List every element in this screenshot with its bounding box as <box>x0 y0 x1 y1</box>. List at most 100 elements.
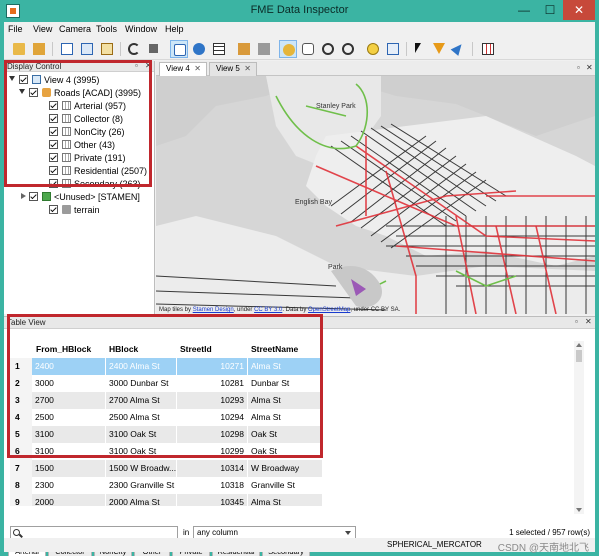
save-icon[interactable] <box>30 40 48 58</box>
tab-label: View 4 <box>166 64 190 73</box>
raster-icon <box>42 192 51 201</box>
zoom-out-icon[interactable] <box>339 40 357 58</box>
status-bar: SPHERICAL_MERCATOR CSDN @天南地北飞 <box>4 538 595 554</box>
info-icon[interactable] <box>364 40 382 58</box>
close-button[interactable]: ✕ <box>563 0 595 20</box>
attribution-text: , under <box>233 307 255 313</box>
terrain-label: terrain <box>74 205 100 215</box>
column-select-value: any column <box>197 528 238 537</box>
close-tab-icon[interactable]: ✕ <box>244 63 251 75</box>
layers-icon[interactable] <box>190 40 208 58</box>
watermark: CSDN @天南地北飞 <box>497 543 589 554</box>
cell-hblock[interactable]: 2000 Alma St <box>106 494 177 506</box>
cell-from-hblock[interactable]: 2300 <box>32 477 106 494</box>
navigate-icon[interactable] <box>450 40 468 58</box>
unused-label: <Unused> [STAMEN] <box>54 192 140 202</box>
menu-view[interactable]: View <box>33 24 52 34</box>
cell-from-hblock[interactable]: 1500 <box>32 460 106 477</box>
map-graphic: Stanley Park English Bay Park <box>156 76 595 314</box>
highlight-box-display-control <box>4 60 152 187</box>
menu-window[interactable]: Window <box>125 24 157 34</box>
cell-streetname[interactable]: Alma St <box>248 494 323 506</box>
cell-streetid[interactable]: 10318 <box>177 477 248 494</box>
close-tab-icon[interactable]: ✕ <box>194 63 201 75</box>
view-tab-strip: View 4 ✕ View 5 ✕ ▫ ✕ <box>156 61 595 77</box>
stamen-link[interactable]: Stamen Design <box>193 307 234 313</box>
map-label-stanley-park: Stanley Park <box>316 103 356 110</box>
map-label-english-bay: English Bay <box>295 199 332 206</box>
terrain-icon <box>62 205 71 214</box>
cell-streetname[interactable]: W Broadway <box>248 460 323 477</box>
cell-streetid[interactable]: 10345 <box>177 494 248 506</box>
tab-view-4[interactable]: View 4 ✕ <box>159 62 207 77</box>
cell-hblock[interactable]: 1500 W Broadw... <box>106 460 177 477</box>
attribution-text: Map tiles by <box>159 307 193 313</box>
copy-icon[interactable] <box>78 40 96 58</box>
minimize-button[interactable]: — <box>511 0 537 20</box>
book-icon[interactable] <box>235 40 253 58</box>
toolbar <box>4 38 595 60</box>
row-number: 9 <box>10 494 32 506</box>
map-area: View 4 ✕ View 5 ✕ ▫ ✕ Stanley Park Engli… <box>156 61 595 314</box>
collapse-icon[interactable] <box>21 193 26 199</box>
close-view-icon[interactable] <box>98 40 116 58</box>
menu-camera[interactable]: Camera <box>59 24 91 34</box>
zoom-in-icon[interactable] <box>319 40 337 58</box>
select-arrow-icon[interactable] <box>410 40 428 58</box>
table-row[interactable]: 8 2300 2300 Granville St 10318 Granville… <box>10 477 323 494</box>
refresh-icon[interactable] <box>125 40 143 58</box>
close-panel-icon[interactable]: ✕ <box>586 63 593 72</box>
terrain-checkbox[interactable] <box>49 205 58 214</box>
cube-icon[interactable] <box>255 40 273 58</box>
menu-tools[interactable]: Tools <box>96 24 117 34</box>
menu-help[interactable]: Help <box>165 24 184 34</box>
search-icon <box>13 529 20 536</box>
toolbar-separator <box>406 42 407 56</box>
table-icon[interactable] <box>210 40 228 58</box>
toolbar-separator <box>472 42 473 56</box>
table-row[interactable]: 9 2000 2000 Alma St 10345 Alma St <box>10 494 323 506</box>
tree-terrain-node[interactable]: terrain <box>4 204 154 216</box>
selection-status: 1 selected / 957 row(s) <box>509 528 590 537</box>
cell-from-hblock[interactable]: 2000 <box>32 494 106 506</box>
select-icon[interactable] <box>170 40 188 58</box>
table-scrollbar[interactable] <box>574 341 584 514</box>
map-canvas[interactable]: Stanley Park English Bay Park Map tiles … <box>156 76 595 314</box>
zoom-extents-icon[interactable] <box>384 40 402 58</box>
float-panel-icon[interactable]: ▫ <box>575 317 578 326</box>
attribution-text: , under CC BY SA. <box>350 307 401 313</box>
unused-checkbox[interactable] <box>29 192 38 201</box>
cell-streetname[interactable]: Granville St <box>248 477 323 494</box>
scroll-thumb[interactable] <box>576 350 582 362</box>
attribution-text: . Data by <box>282 307 309 313</box>
menu-bar: File View Camera Tools Window Help <box>4 22 595 38</box>
title-bar[interactable]: FME Data Inspector — ☐ ✕ <box>0 0 599 22</box>
tab-view-5[interactable]: View 5 ✕ <box>209 62 257 76</box>
float-panel-icon[interactable]: ▫ <box>577 63 580 72</box>
row-number: 8 <box>10 477 32 494</box>
close-panel-icon[interactable]: ✕ <box>585 317 592 326</box>
cell-hblock[interactable]: 2300 Granville St <box>106 477 177 494</box>
menu-file[interactable]: File <box>8 24 23 34</box>
scroll-down-icon[interactable] <box>576 508 582 512</box>
osm-link[interactable]: OpenStreetMap <box>308 307 350 313</box>
copy-view-icon[interactable] <box>58 40 76 58</box>
in-label: in <box>183 528 190 537</box>
open-folder-icon[interactable] <box>10 40 28 58</box>
table-row[interactable]: 7 1500 1500 W Broadw... 10314 W Broadway <box>10 460 323 477</box>
tree-unused-node[interactable]: <Unused> [STAMEN] <box>4 191 154 203</box>
projection-label: SPHERICAL_MERCATOR <box>387 540 482 549</box>
maximize-button[interactable]: ☐ <box>537 0 563 20</box>
pan-hand-icon[interactable] <box>299 40 317 58</box>
filter-icon[interactable] <box>430 40 448 58</box>
scroll-up-icon[interactable] <box>576 343 582 347</box>
toolbar-separator <box>120 42 121 56</box>
row-number: 7 <box>10 460 32 477</box>
stop-icon[interactable] <box>145 40 163 58</box>
chevron-down-icon <box>345 531 351 535</box>
app-window: FME Data Inspector — ☐ ✕ File View Camer… <box>0 0 599 556</box>
cell-streetid[interactable]: 10314 <box>177 460 248 477</box>
grid-view-icon[interactable] <box>479 40 497 58</box>
cursor-mode-icon[interactable] <box>279 40 297 58</box>
license-link[interactable]: CC BY 3.0 <box>254 307 282 313</box>
